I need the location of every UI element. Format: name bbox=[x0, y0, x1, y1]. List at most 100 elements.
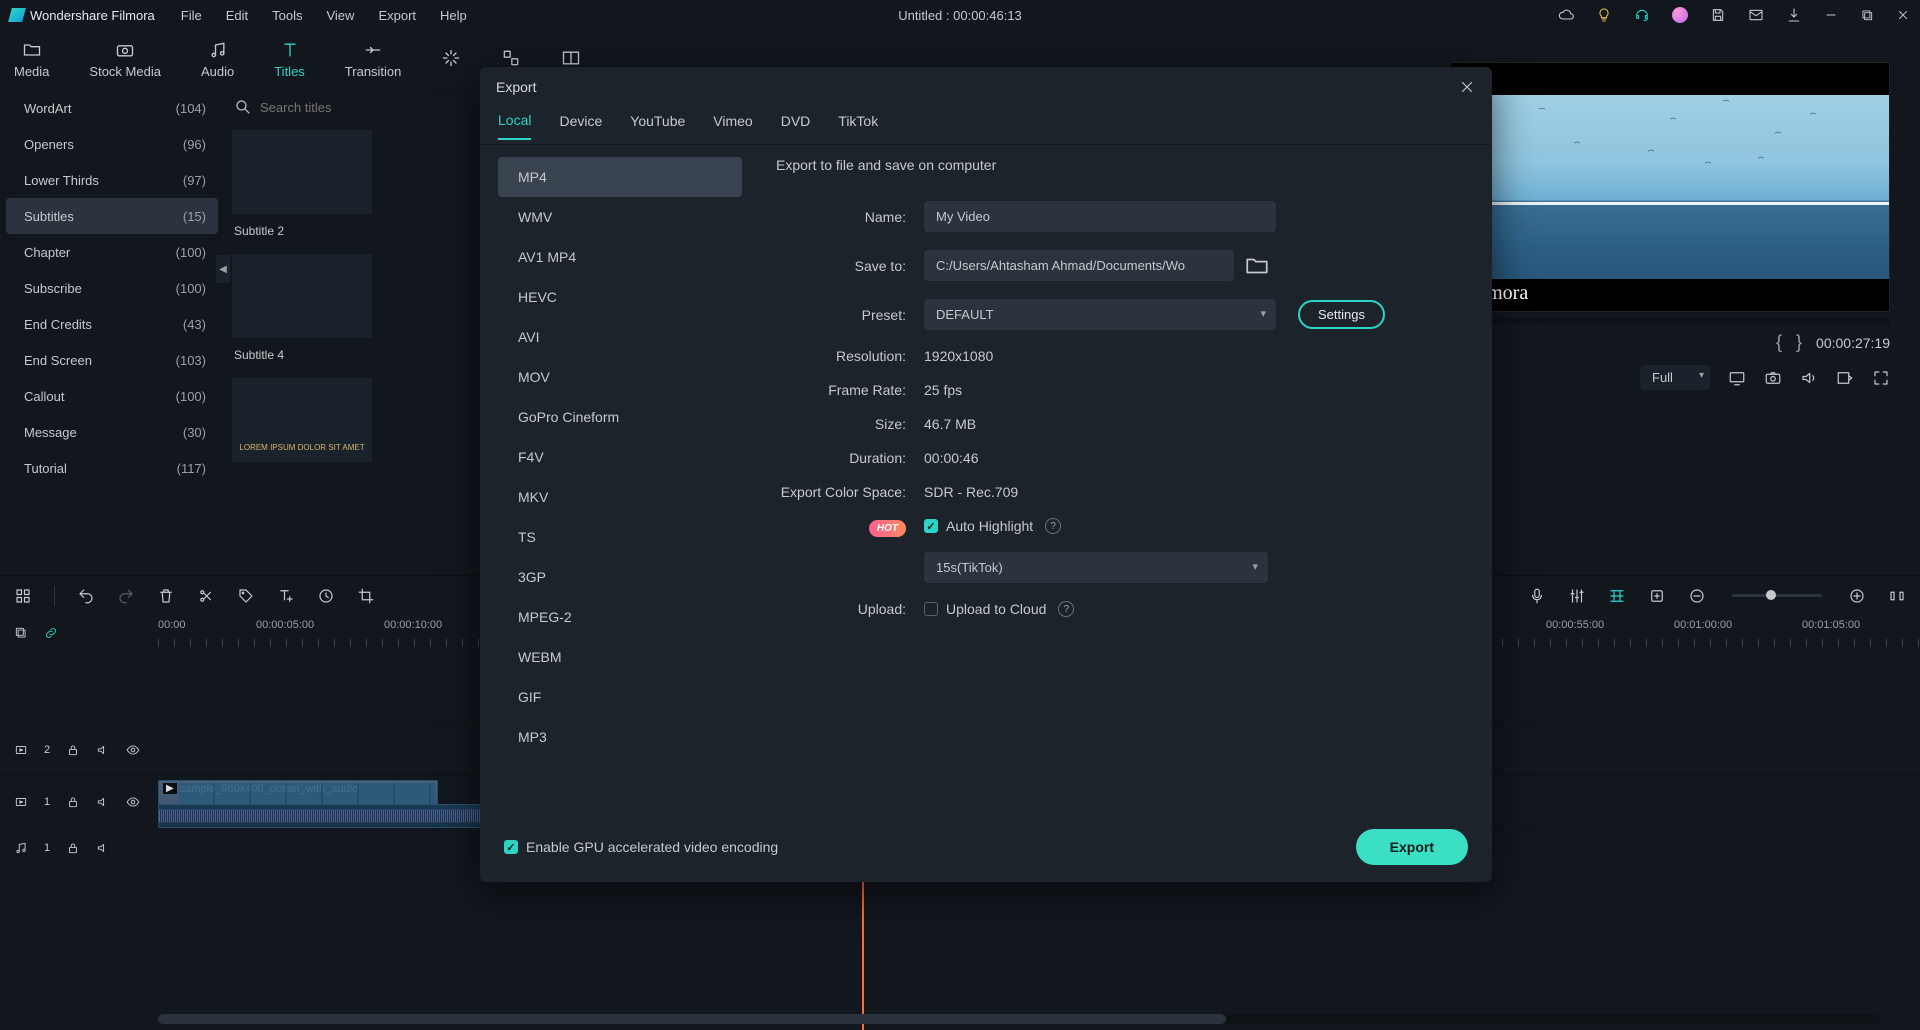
mark-in-icon[interactable]: { bbox=[1776, 332, 1782, 353]
snapshot-icon[interactable] bbox=[1764, 369, 1782, 387]
category-item[interactable]: End Screen(103) bbox=[0, 342, 224, 378]
category-item[interactable]: Callout(100) bbox=[0, 378, 224, 414]
category-item[interactable]: Tutorial(117) bbox=[0, 450, 224, 486]
format-item[interactable]: 3GP bbox=[498, 557, 742, 597]
format-item[interactable]: AVI bbox=[498, 317, 742, 357]
account-avatar-icon[interactable] bbox=[1672, 7, 1688, 23]
category-item[interactable]: Openers(96) bbox=[0, 126, 224, 162]
visibility-icon[interactable] bbox=[126, 743, 140, 757]
format-item[interactable]: MP3 bbox=[498, 717, 742, 757]
mute-icon[interactable] bbox=[96, 841, 110, 855]
menu-export[interactable]: Export bbox=[378, 8, 416, 23]
name-input[interactable] bbox=[924, 201, 1276, 232]
lock-icon[interactable] bbox=[66, 743, 80, 757]
tag-icon[interactable] bbox=[237, 587, 255, 605]
help-icon[interactable]: ? bbox=[1058, 601, 1074, 617]
tab-transitions[interactable]: Transition bbox=[345, 40, 402, 79]
window-close-icon[interactable] bbox=[1896, 8, 1910, 22]
download-icon[interactable] bbox=[1786, 7, 1802, 23]
window-maximize-icon[interactable] bbox=[1860, 8, 1874, 22]
category-item[interactable]: Subscribe(100) bbox=[0, 270, 224, 306]
help-icon[interactable]: ? bbox=[1045, 518, 1061, 534]
category-item[interactable]: Lower Thirds(97) bbox=[0, 162, 224, 198]
lightbulb-icon[interactable] bbox=[1596, 7, 1612, 23]
menu-view[interactable]: View bbox=[326, 8, 354, 23]
visibility-icon[interactable] bbox=[126, 795, 140, 809]
marker-icon[interactable] bbox=[1648, 587, 1666, 605]
export-frame-icon[interactable] bbox=[1836, 369, 1854, 387]
tab-titles[interactable]: Titles bbox=[274, 40, 305, 79]
auto-beat-icon[interactable] bbox=[1608, 587, 1626, 605]
audio-mixer-icon[interactable] bbox=[1568, 587, 1586, 605]
export-button[interactable]: Export bbox=[1356, 829, 1468, 865]
category-item[interactable]: End Credits(43) bbox=[0, 306, 224, 342]
redo-icon[interactable] bbox=[117, 587, 135, 605]
export-tab-device[interactable]: Device bbox=[559, 113, 602, 139]
tab-effects[interactable] bbox=[441, 48, 461, 72]
mute-icon[interactable] bbox=[96, 795, 110, 809]
lock-icon[interactable] bbox=[66, 795, 80, 809]
tab-audio[interactable]: Audio bbox=[201, 40, 234, 79]
mail-icon[interactable] bbox=[1748, 7, 1764, 23]
mute-icon[interactable] bbox=[96, 743, 110, 757]
link-icon[interactable] bbox=[44, 626, 58, 640]
highlight-preset-select[interactable]: 15s(TikTok) bbox=[924, 552, 1268, 583]
menu-tools[interactable]: Tools bbox=[272, 8, 302, 23]
split-icon[interactable] bbox=[197, 587, 215, 605]
tab-stock-media[interactable]: Stock Media bbox=[89, 40, 161, 79]
voiceover-icon[interactable] bbox=[1528, 587, 1546, 605]
format-item[interactable]: MPEG-2 bbox=[498, 597, 742, 637]
dialog-close-icon[interactable] bbox=[1458, 78, 1476, 96]
menu-file[interactable]: File bbox=[181, 8, 202, 23]
export-tab-dvd[interactable]: DVD bbox=[781, 113, 811, 139]
zoom-in-icon[interactable] bbox=[1848, 587, 1866, 605]
category-item[interactable]: WordArt(104) bbox=[0, 90, 224, 126]
tab-media[interactable]: Media bbox=[14, 40, 49, 79]
grid-icon[interactable] bbox=[14, 587, 32, 605]
search-input[interactable] bbox=[260, 100, 360, 115]
zoom-fit-icon[interactable] bbox=[1888, 587, 1906, 605]
fullscreen-icon[interactable] bbox=[1872, 369, 1890, 387]
browse-folder-icon[interactable] bbox=[1244, 253, 1270, 279]
format-item[interactable]: F4V bbox=[498, 437, 742, 477]
export-tab-youtube[interactable]: YouTube bbox=[630, 113, 685, 139]
format-item[interactable]: WMV bbox=[498, 197, 742, 237]
settings-button[interactable]: Settings bbox=[1298, 300, 1385, 329]
panel-collapse-handle[interactable]: ◀ bbox=[216, 255, 230, 283]
preview-quality-select[interactable]: Full bbox=[1640, 365, 1710, 390]
category-item[interactable]: Subtitles(15) bbox=[6, 198, 218, 234]
zoom-out-icon[interactable] bbox=[1688, 587, 1706, 605]
export-tab-tiktok[interactable]: TikTok bbox=[838, 113, 878, 139]
preview-progress[interactable] bbox=[1450, 318, 1890, 324]
preset-select[interactable]: DEFAULT bbox=[924, 299, 1276, 330]
auto-highlight-checkbox[interactable] bbox=[924, 519, 938, 533]
format-item[interactable]: HEVC bbox=[498, 277, 742, 317]
gpu-checkbox[interactable] bbox=[504, 840, 518, 854]
undo-icon[interactable] bbox=[77, 587, 95, 605]
format-item[interactable]: TS bbox=[498, 517, 742, 557]
format-item[interactable]: AV1 MP4 bbox=[498, 237, 742, 277]
lock-icon[interactable] bbox=[66, 841, 80, 855]
export-tab-local[interactable]: Local bbox=[498, 112, 531, 140]
copy-icon[interactable] bbox=[14, 626, 28, 640]
export-tab-vimeo[interactable]: Vimeo bbox=[713, 113, 752, 139]
delete-icon[interactable] bbox=[157, 587, 175, 605]
display-icon[interactable] bbox=[1728, 369, 1746, 387]
format-item[interactable]: WEBM bbox=[498, 637, 742, 677]
preview-canvas[interactable]: e Filmora bbox=[1450, 62, 1890, 312]
window-minimize-icon[interactable] bbox=[1824, 8, 1838, 22]
format-item[interactable]: MOV bbox=[498, 357, 742, 397]
upload-cloud-checkbox[interactable] bbox=[924, 602, 938, 616]
headset-icon[interactable] bbox=[1634, 7, 1650, 23]
zoom-slider[interactable] bbox=[1732, 594, 1822, 597]
timeline-scrollbar[interactable] bbox=[158, 1014, 1880, 1024]
category-item[interactable]: Message(30) bbox=[0, 414, 224, 450]
menu-edit[interactable]: Edit bbox=[226, 8, 248, 23]
format-item[interactable]: GIF bbox=[498, 677, 742, 717]
format-item[interactable]: MP4 bbox=[498, 157, 742, 197]
save-icon[interactable] bbox=[1710, 7, 1726, 23]
format-item[interactable]: GoPro Cineform bbox=[498, 397, 742, 437]
volume-icon[interactable] bbox=[1800, 369, 1818, 387]
save-to-input[interactable] bbox=[924, 250, 1234, 281]
title-thumbnail[interactable]: LOREM IPSUM DOLOR SIT AMET bbox=[232, 378, 372, 462]
